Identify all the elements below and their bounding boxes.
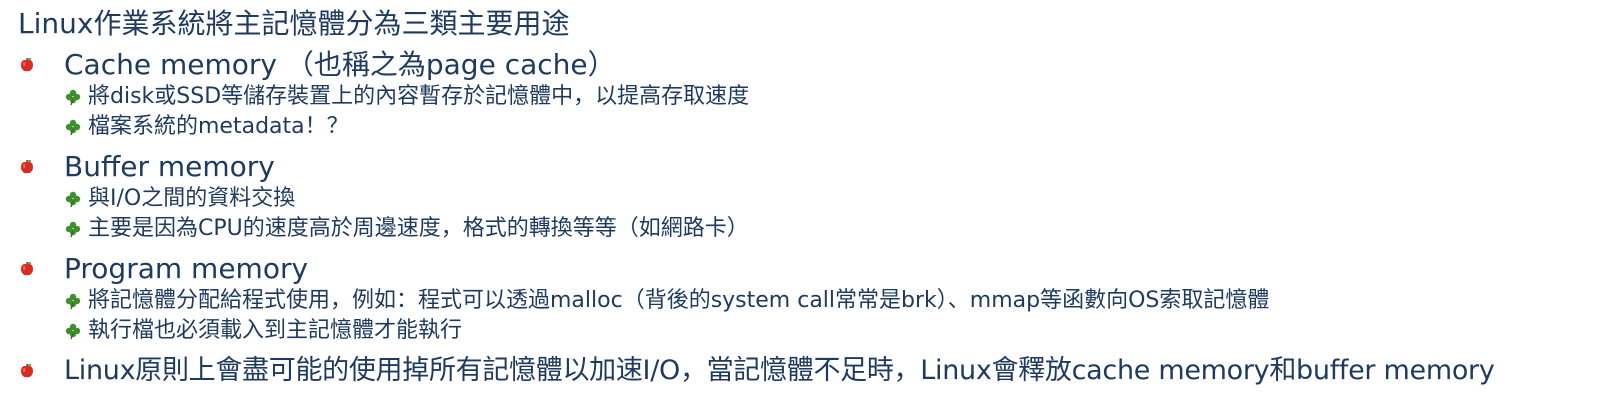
list-item: 將記憶體分配給程式使用，例如：程式可以透過malloc（背後的system ca… — [0, 286, 1599, 316]
clover-icon — [65, 89, 81, 106]
list-item-text: 主要是因為CPU的速度高於周邊速度，格式的轉換等等（如網路卡） — [88, 216, 749, 241]
section-cache-memory: Cache memory （也稱之為page cache） 將disk或SSD等… — [0, 48, 1599, 142]
list-item: 檔案系統的metadata！？ — [0, 112, 1599, 142]
list-item: 將disk或SSD等儲存裝置上的內容暫存於記憶體中，以提高存取速度 — [0, 82, 1599, 112]
clover-icon — [65, 293, 81, 310]
list-item: 主要是因為CPU的速度高於周邊速度，格式的轉換等等（如網路卡） — [0, 214, 1599, 244]
clover-icon — [65, 119, 81, 136]
apple-icon — [21, 364, 33, 378]
section-heading: Buffer memory — [64, 150, 275, 183]
clover-icon — [65, 221, 81, 238]
section-heading: Program memory — [64, 252, 309, 285]
clover-icon — [65, 191, 81, 208]
apple-icon — [21, 160, 33, 174]
list-item-text: 將disk或SSD等儲存裝置上的內容暫存於記憶體中，以提高存取速度 — [88, 84, 750, 109]
bullet-row: Linux原則上會盡可能的使用掉所有記憶體以加速I/O，當記憶體不足時，Linu… — [0, 354, 1599, 388]
section-heading: Cache memory （也稱之為page cache） — [64, 48, 616, 81]
clover-icon — [65, 323, 81, 340]
bullet-row: Program memory — [0, 252, 1599, 286]
section-linux-principle: Linux原則上會盡可能的使用掉所有記憶體以加速I/O，當記憶體不足時，Linu… — [0, 354, 1599, 388]
section-heading: Linux原則上會盡可能的使用掉所有記憶體以加速I/O，當記憶體不足時，Linu… — [64, 355, 1495, 386]
bullet-row: Cache memory （也稱之為page cache） — [0, 48, 1599, 82]
apple-icon — [21, 262, 33, 276]
list-item-text: 檔案系統的metadata！？ — [88, 114, 349, 139]
bullet-row: Buffer memory — [0, 150, 1599, 184]
section-program-memory: Program memory 將記憶體分配給程式使用，例如：程式可以透過mall… — [0, 252, 1599, 346]
list-item: 執行檔也必須載入到主記憶體才能執行 — [0, 316, 1599, 346]
list-item-text: 執行檔也必須載入到主記憶體才能執行 — [88, 318, 463, 343]
list-item-text: 與I/O之間的資料交換 — [88, 186, 296, 211]
apple-icon — [21, 58, 33, 72]
list-item-text: 將記憶體分配給程式使用，例如：程式可以透過malloc（背後的system ca… — [88, 288, 1270, 313]
list-item: 與I/O之間的資料交換 — [0, 184, 1599, 214]
section-buffer-memory: Buffer memory 與I/O之間的資料交換 主要是因為CPU的速度高於周… — [0, 150, 1599, 244]
slide-page: Linux作業系統將主記憶體分為三類主要用途 Cache memory （也稱之… — [0, 0, 1599, 414]
page-title: Linux作業系統將主記憶體分為三類主要用途 — [18, 7, 570, 40]
